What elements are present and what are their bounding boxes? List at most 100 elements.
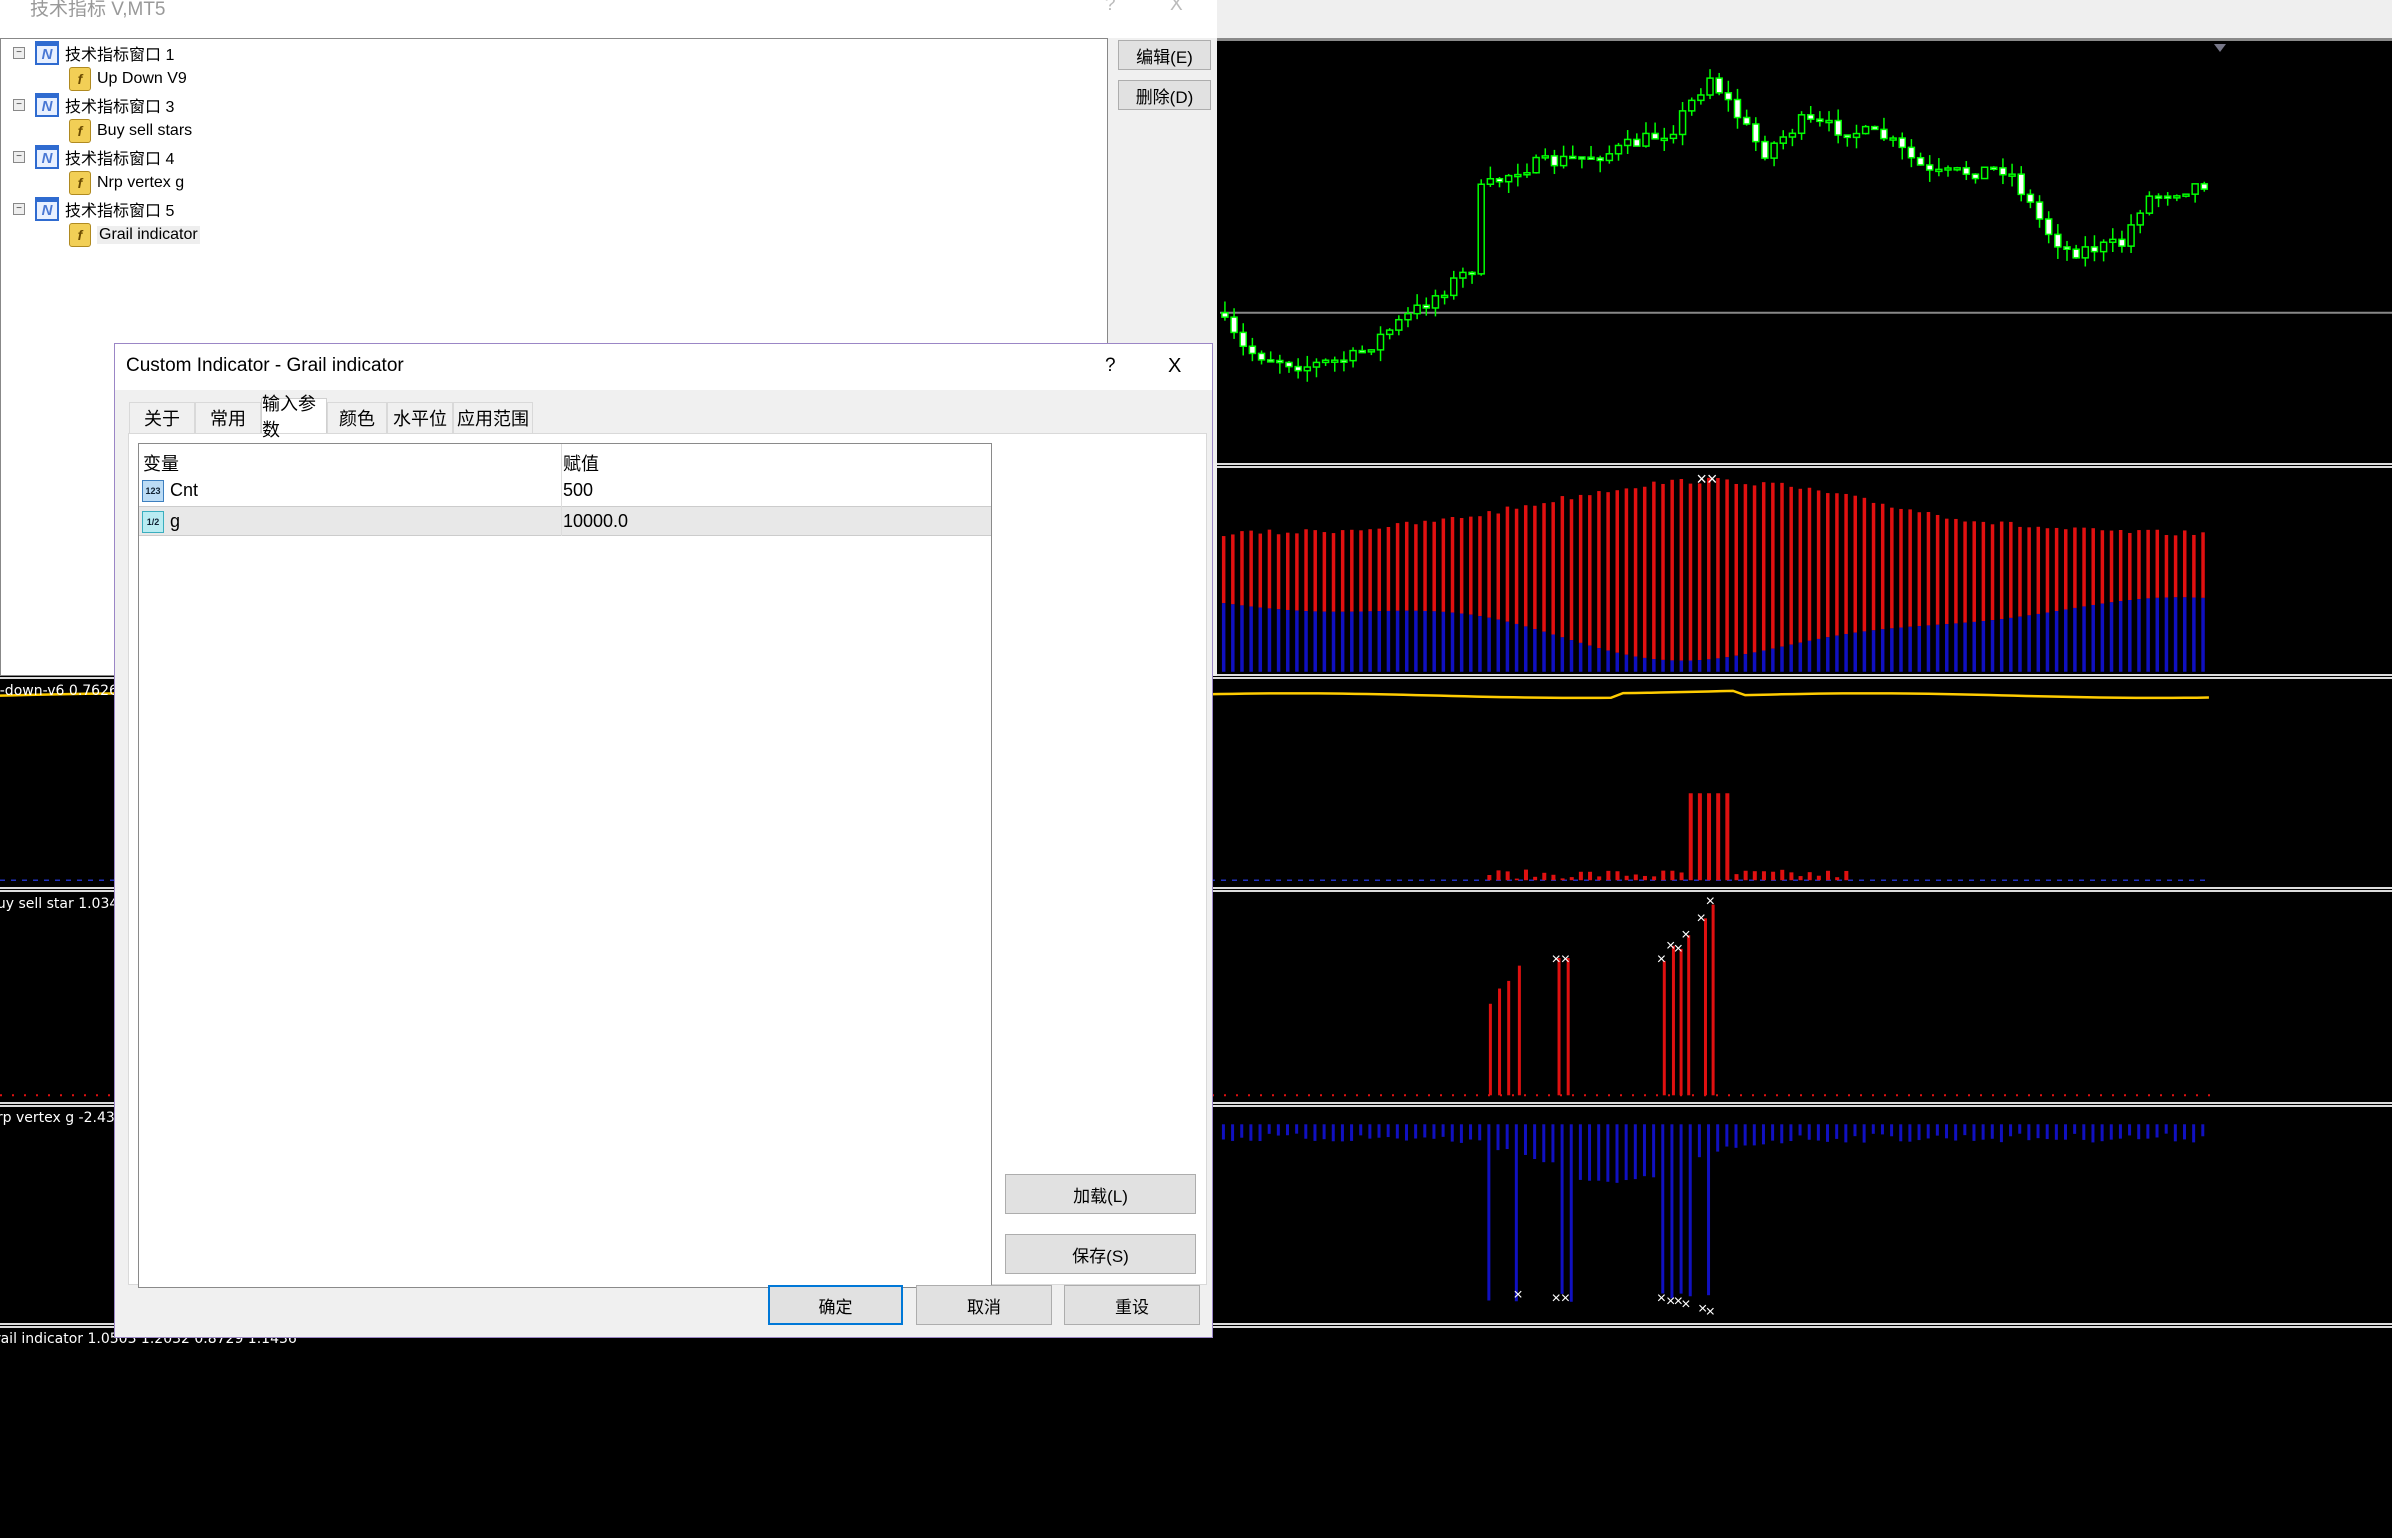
chart-shift-marker <box>2214 44 2226 52</box>
candle-body <box>1871 125 1879 131</box>
updown-bar <box>1844 870 1849 881</box>
close-icon[interactable]: X <box>1170 0 1183 16</box>
tree-label: 技术指标窗口 4 <box>65 151 175 168</box>
histogram-bar-red <box>1615 490 1620 653</box>
nrp-bar <box>1322 1124 1326 1140</box>
buysell-bar <box>1507 980 1511 1096</box>
tab-common[interactable]: 常用 <box>195 402 261 433</box>
histogram-bar-red <box>1963 521 1967 623</box>
updown-bar <box>1752 871 1757 881</box>
candle-body <box>1331 359 1339 363</box>
star-marker: × <box>1706 893 1715 910</box>
tab-about[interactable]: 关于 <box>129 402 195 433</box>
histogram-bar-blue <box>1926 625 1931 672</box>
histogram-bar-blue <box>1606 650 1610 672</box>
param-value[interactable]: 500 <box>563 480 593 501</box>
candle-body <box>1385 329 1394 336</box>
histogram-bar-blue <box>1240 605 1244 672</box>
tab-levels[interactable]: 水平位 <box>387 402 453 433</box>
histogram-bar-red <box>1569 499 1574 641</box>
tree-indicator-updown[interactable]: f Up Down V9 <box>69 66 187 92</box>
candle-body <box>1916 156 1925 166</box>
tree-window-1[interactable]: − N 技术指标窗口 1 <box>13 40 174 66</box>
updown-bar <box>1835 877 1840 881</box>
indicator-icon: f <box>69 119 91 143</box>
tree-indicator-grail[interactable]: f Grail indicator <box>69 222 200 248</box>
nrp-bar <box>2045 1124 2049 1140</box>
candle-body <box>1761 140 1769 159</box>
nrp-bar <box>1798 1124 1802 1136</box>
candle-body <box>1431 295 1440 309</box>
vertex-marker: × <box>1513 1287 1522 1304</box>
edit-button[interactable]: 编辑(E) <box>1118 40 1211 70</box>
collapse-icon[interactable]: − <box>13 203 25 215</box>
delete-button[interactable]: 删除(D) <box>1118 80 1211 110</box>
tree-indicator-buysell[interactable]: f Buy sell stars <box>69 118 192 144</box>
help-icon[interactable]: ? <box>1105 355 1116 377</box>
nrp-bar <box>2155 1124 2159 1138</box>
candle-body <box>2008 173 2016 177</box>
collapse-icon[interactable]: − <box>13 47 25 59</box>
tree-window-3[interactable]: − N 技术指标窗口 3 <box>13 92 174 118</box>
histogram-bar-red <box>1679 479 1684 661</box>
load-button[interactable]: 加载(L) <box>1005 1174 1196 1214</box>
collapse-icon[interactable]: − <box>13 151 25 163</box>
tree-indicator-nrp[interactable]: f Nrp vertex g <box>69 170 184 196</box>
candle-body <box>1806 114 1815 120</box>
help-icon[interactable]: ? <box>1105 0 1116 16</box>
updown-bar <box>1780 869 1785 881</box>
tab-colors[interactable]: 颜色 <box>327 402 387 433</box>
tree-window-4[interactable]: − N 技术指标窗口 4 <box>13 144 174 170</box>
buysell-bar <box>1557 958 1561 1096</box>
histogram-bar-red <box>1697 483 1702 661</box>
nrp-bar <box>1240 1124 1244 1138</box>
histogram-bar-red <box>1377 528 1382 612</box>
histogram-bar-blue <box>2009 617 2013 672</box>
candle-body <box>1514 173 1522 178</box>
save-button[interactable]: 保存(S) <box>1005 1234 1196 1274</box>
histogram-bar-red <box>2182 530 2187 598</box>
histogram-bar-blue <box>1414 610 1418 672</box>
nrp-bar <box>1679 1124 1683 1294</box>
candle-body <box>2026 193 2035 203</box>
cancel-button[interactable]: 取消 <box>916 1285 1052 1325</box>
histogram-bar-red <box>1304 529 1308 612</box>
histogram-bar-red <box>1359 530 1363 612</box>
tree-window-5[interactable]: − N 技术指标窗口 5 <box>13 196 174 222</box>
updown-bar <box>1542 872 1547 881</box>
nrp-bar <box>1807 1124 1811 1140</box>
param-value[interactable]: 10000.0 <box>563 511 628 532</box>
close-icon[interactable]: X <box>1168 355 1181 378</box>
candle-body <box>1550 155 1559 167</box>
histogram-bar-red <box>2018 526 2022 617</box>
tab-visualization[interactable]: 应用范围 <box>453 402 533 433</box>
candle-body <box>2090 246 2099 253</box>
candle-body <box>1880 128 1888 140</box>
ok-button[interactable]: 确定 <box>768 1285 903 1325</box>
histogram-bar-red <box>1231 534 1235 605</box>
tab-inputs[interactable]: 输入参数 <box>261 394 327 440</box>
buysell-bar <box>1687 935 1691 1096</box>
histogram-bar-blue <box>1368 611 1372 672</box>
candle-body <box>1349 349 1357 362</box>
table-row[interactable]: 123 Cnt 500 <box>139 476 991 506</box>
collapse-icon[interactable]: − <box>13 99 25 111</box>
reset-button[interactable]: 重设 <box>1064 1285 1200 1325</box>
candle-body <box>1605 153 1614 162</box>
histogram-bar-red <box>1642 486 1647 658</box>
candle-body <box>1303 366 1312 372</box>
histogram-bar-blue <box>1350 611 1354 672</box>
candle-body <box>1724 92 1733 101</box>
histogram-bar-blue <box>1340 611 1345 672</box>
histogram-bar-red <box>1322 532 1327 612</box>
updown-bar <box>1514 878 1519 881</box>
candle-body <box>1980 166 1989 180</box>
histogram-bar-blue <box>1386 610 1391 672</box>
nrp-bar <box>1935 1124 1939 1136</box>
histogram-bar-red <box>1514 508 1519 624</box>
histogram-bar-blue <box>1688 660 1693 672</box>
histogram-bar-red <box>1926 511 1931 626</box>
candle-body <box>1596 157 1604 162</box>
histogram-bar-blue <box>1276 609 1281 672</box>
table-row[interactable]: 1/2 g 10000.0 <box>139 506 991 536</box>
